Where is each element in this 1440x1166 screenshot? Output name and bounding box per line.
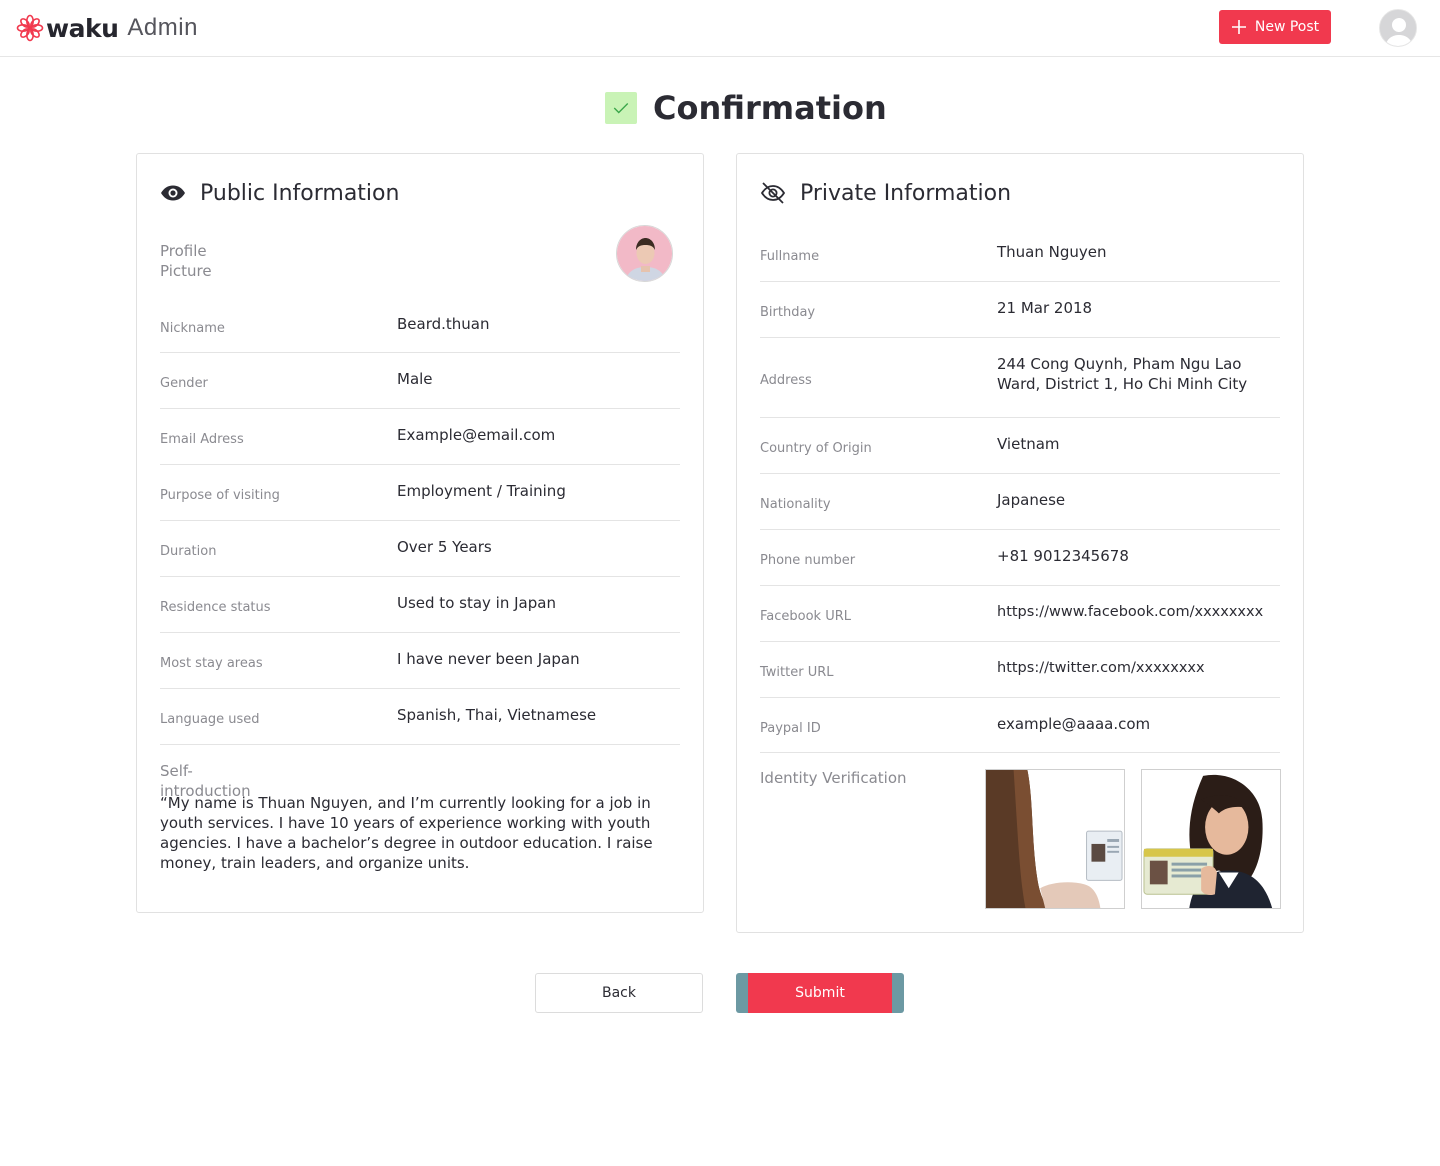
row-label: Address xyxy=(760,373,812,388)
row-value: 21 Mar 2018 xyxy=(997,299,1093,317)
user-silhouette-icon xyxy=(1380,10,1416,46)
private-row-paypal: Paypal ID example@aaaa.com xyxy=(760,698,1280,753)
profile-picture-label: Profile Picture xyxy=(160,242,212,280)
public-card-title: Public Information xyxy=(200,180,400,206)
identity-verification-label: Identity Verification xyxy=(760,769,907,787)
submit-button[interactable]: Submit xyxy=(748,973,892,1013)
private-row-facebook: Facebook URL https://www.facebook.com/xx… xyxy=(760,586,1280,642)
eye-icon xyxy=(161,185,185,201)
flower-logo-icon xyxy=(16,14,44,42)
row-value: I have never been Japan xyxy=(397,650,580,668)
public-row-gender: Gender Male xyxy=(160,353,680,409)
private-card-title: Private Information xyxy=(800,180,1012,206)
row-label: Duration xyxy=(160,544,217,559)
private-row-nationality: Nationality Japanese xyxy=(760,474,1280,530)
submit-button-frame: Submit xyxy=(736,973,904,1013)
row-value: Employment / Training xyxy=(397,482,566,500)
row-value: +81 9012345678 xyxy=(997,547,1129,565)
row-value: Thuan Nguyen xyxy=(997,243,1107,261)
public-row-purpose: Purpose of visiting Employment / Trainin… xyxy=(160,465,680,521)
row-label: Email Adress xyxy=(160,432,244,447)
top-bar: waku Admin New Post xyxy=(0,0,1440,57)
row-label: Gender xyxy=(160,376,208,391)
row-value: Japanese xyxy=(997,491,1066,509)
row-value: 244 Cong Quynh, Pham Ngu Lao Ward, Distr… xyxy=(997,355,1248,393)
row-value[interactable]: https://twitter.com/xxxxxxxx xyxy=(997,658,1205,678)
public-row-duration: Duration Over 5 Years xyxy=(160,521,680,577)
private-row-fullname: Fullname Thuan Nguyen xyxy=(760,226,1280,282)
brand-logo[interactable]: waku Admin xyxy=(16,12,198,44)
public-row-residence-status: Residence status Used to stay in Japan xyxy=(160,577,680,633)
brand-subtitle: Admin xyxy=(127,14,198,41)
private-row-phone: Phone number +81 9012345678 xyxy=(760,530,1280,586)
new-post-label: New Post xyxy=(1254,19,1320,35)
private-row-country: Country of Origin Vietnam xyxy=(760,418,1280,474)
user-avatar[interactable] xyxy=(1379,9,1417,47)
private-card-header: Private Information xyxy=(760,178,1011,208)
row-label: Facebook URL xyxy=(760,609,852,624)
new-post-button[interactable]: New Post xyxy=(1219,10,1331,44)
row-value: Used to stay in Japan xyxy=(397,594,556,612)
public-row-stay-areas: Most stay areas I have never been Japan xyxy=(160,633,680,689)
back-button[interactable]: Back xyxy=(535,973,703,1013)
page-heading: Confirmation xyxy=(605,88,887,128)
private-row-address: Address 244 Cong Quynh, Pham Ngu Lao War… xyxy=(760,338,1280,418)
row-value[interactable]: https://www.facebook.com/xxxxxxxx xyxy=(997,602,1263,622)
eye-off-icon xyxy=(760,182,786,204)
private-row-twitter: Twitter URL https://twitter.com/xxxxxxxx xyxy=(760,642,1280,698)
row-label: Twitter URL xyxy=(760,665,834,680)
row-value: Example@email.com xyxy=(397,426,556,444)
row-label: Phone number xyxy=(760,553,856,568)
check-icon xyxy=(605,92,637,124)
public-row-language: Language used Spanish, Thai, Vietnamese xyxy=(160,689,680,745)
row-label: Nationality xyxy=(760,497,831,512)
self-introduction-text: “My name is Thuan Nguyen, and I’m curren… xyxy=(160,794,653,872)
row-label: Residence status xyxy=(160,600,271,615)
row-value: Spanish, Thai, Vietnamese xyxy=(397,706,597,724)
row-value: Over 5 Years xyxy=(397,538,492,556)
identity-image-1[interactable] xyxy=(985,769,1125,909)
brand-name: waku xyxy=(46,13,119,43)
page-title: Confirmation xyxy=(653,89,887,127)
row-value: Beard.thuan xyxy=(397,315,490,333)
row-label: Fullname xyxy=(760,249,820,264)
public-information-card: Public Information Profile Picture Nickn… xyxy=(136,153,704,913)
row-value: Vietnam xyxy=(997,435,1060,453)
profile-picture[interactable] xyxy=(616,225,673,282)
row-label: Nickname xyxy=(160,321,225,336)
plus-icon xyxy=(1231,20,1246,34)
private-row-birthday: Birthday 21 Mar 2018 xyxy=(760,282,1280,338)
row-label: Language used xyxy=(160,712,260,727)
row-value: Male xyxy=(397,370,433,388)
identity-image-2[interactable] xyxy=(1141,769,1281,909)
public-row-email: Email Adress Example@email.com xyxy=(160,409,680,465)
row-label: Paypal ID xyxy=(760,721,821,736)
row-label: Purpose of visiting xyxy=(160,488,280,503)
private-information-card: Private Information Fullname Thuan Nguye… xyxy=(736,153,1304,933)
public-row-nickname: Nickname Beard.thuan xyxy=(160,304,680,353)
row-label: Most stay areas xyxy=(160,656,263,671)
row-label: Country of Origin xyxy=(760,441,872,456)
public-card-header: Public Information xyxy=(160,178,399,208)
row-value: example@aaaa.com xyxy=(997,715,1151,733)
row-label: Birthday xyxy=(760,305,816,320)
